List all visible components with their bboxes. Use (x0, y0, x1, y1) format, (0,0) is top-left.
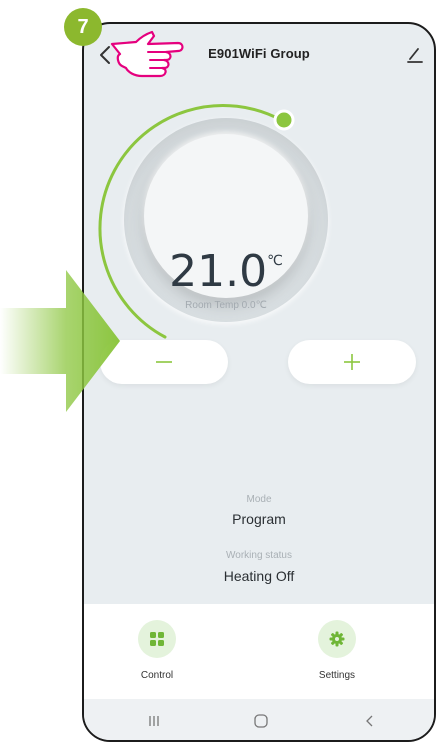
bottom-tab-bar: Control Settings (84, 604, 434, 699)
temperature-unit: ℃ (267, 253, 283, 269)
recent-apps-button[interactable] (144, 711, 164, 731)
dial-arc (98, 104, 295, 339)
mode-label: Mode (246, 494, 272, 505)
android-nav-bar (84, 699, 434, 740)
home-button[interactable] (251, 711, 271, 731)
minus-icon (156, 361, 172, 363)
edit-button[interactable] (406, 46, 424, 64)
step-badge: 7 (64, 8, 102, 46)
tab-control[interactable]: Control (112, 620, 202, 681)
home-icon (254, 714, 268, 728)
phone-screen: E901WiFi Group 21.0℃ Room Temp 0.0℃ Mode… (82, 22, 436, 742)
pencil-icon (407, 48, 423, 63)
nav-back-button[interactable] (360, 711, 380, 731)
increase-temp-button[interactable] (288, 340, 416, 384)
set-temperature: 21.0℃ (169, 246, 283, 297)
mode-value: Program (232, 511, 286, 527)
plus-icon (344, 354, 360, 370)
working-status-value: Heating Off (223, 568, 295, 584)
grid-icon (150, 632, 164, 646)
settings-icon-circle (318, 620, 356, 658)
gear-icon (329, 631, 345, 647)
recents-icon (149, 716, 159, 726)
pointing-hand-icon (110, 30, 184, 78)
tab-settings[interactable]: Settings (292, 620, 382, 681)
control-icon-circle (138, 620, 176, 658)
room-temperature: Room Temp 0.0℃ (185, 300, 267, 311)
tab-label: Settings (318, 670, 356, 681)
tab-label: Control (140, 670, 174, 681)
working-status-label: Working status (226, 550, 292, 561)
back-icon (366, 715, 373, 727)
arrow-right-icon (0, 270, 120, 412)
thermostat-dial[interactable]: 21.0℃ Room Temp 0.0℃ (84, 80, 434, 340)
dial-handle[interactable] (273, 109, 295, 131)
